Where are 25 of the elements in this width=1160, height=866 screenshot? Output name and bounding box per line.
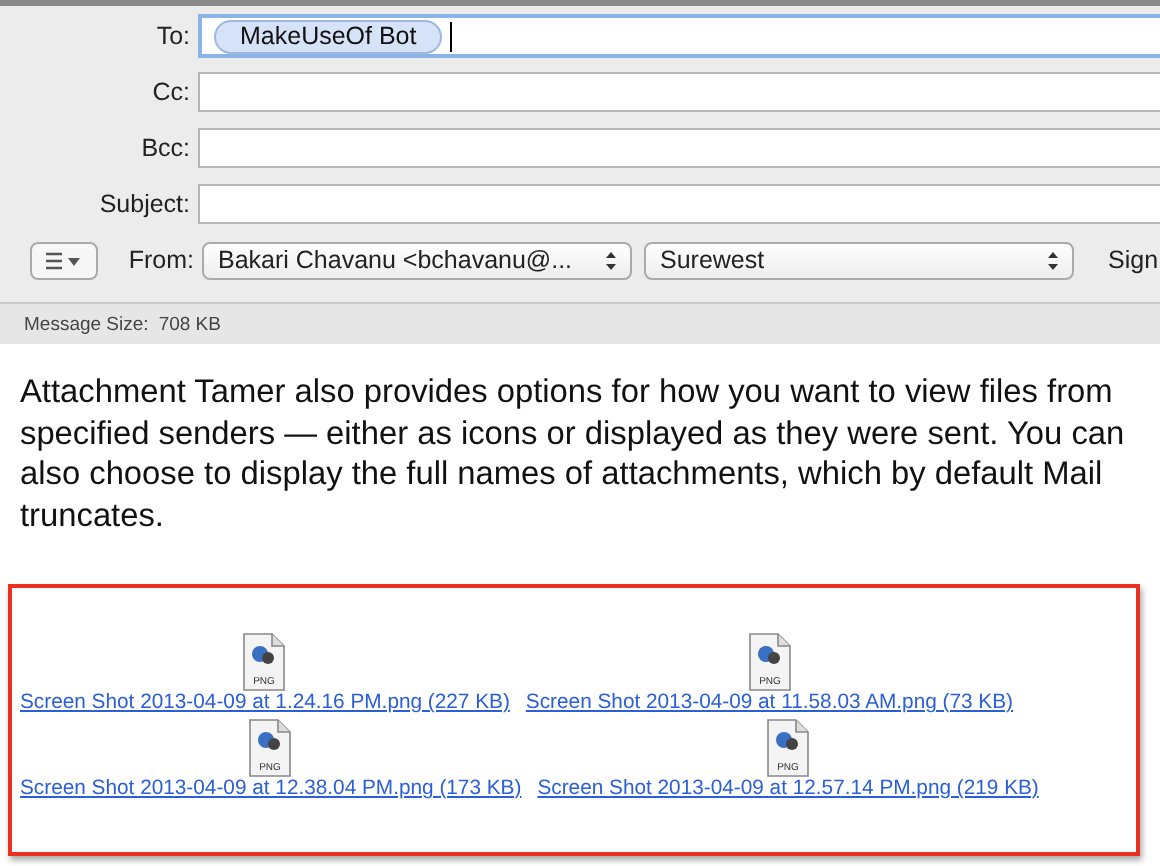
- attachment-link[interactable]: Screen Shot 2013-04-09 at 12.57.14 PM.png (219 KB): [537, 778, 1039, 800]
- recipient-token[interactable]: MakeUseOf Bot: [214, 19, 443, 53]
- attachment-link[interactable]: Screen Shot 2013-04-09 at 1.24.16 PM.png (227 KB): [20, 692, 510, 714]
- input-field[interactable]: [198, 72, 1160, 112]
- text-cursor: [450, 21, 453, 51]
- size-value: 708 KB: [158, 313, 221, 335]
- stepper-icon: [604, 249, 618, 271]
- server-popup[interactable]: Surewest: [644, 241, 1074, 279]
- input-field[interactable]: [198, 184, 1160, 224]
- to-field[interactable]: MakeUseOf Bot: [198, 14, 1160, 58]
- field-label: Cc:: [150, 78, 192, 106]
- menu-icon: [46, 251, 82, 269]
- account-popup[interactable]: Bakari Chavanu <bchavanu@...: [202, 241, 632, 279]
- size-label: Message Size:: [24, 313, 149, 335]
- attachment-link[interactable]: Screen Shot 2013-04-09 at 12.38.04 PM.png (173 KB): [20, 778, 522, 800]
- stepper-icon: [1046, 249, 1060, 271]
- signature-label: Sign: [1108, 246, 1159, 274]
- field-label: From:: [126, 246, 196, 274]
- attachment-link[interactable]: Screen Shot 2013-04-09 at 11.58.03 AM.png (73 KB): [525, 692, 1013, 714]
- field-label: Subject:: [97, 190, 192, 218]
- body-paragraph: Attachment Tamer also provides options for how you want to view files from specified senders — either as icons or displayed as they were sent. You can also choose to display the full names of attachments, which by default Mail truncates.: [20, 372, 1127, 536]
- field-label: To:: [154, 22, 192, 50]
- input-field[interactable]: [198, 128, 1160, 168]
- format-menu-button[interactable]: [30, 241, 98, 279]
- field-label: Bcc:: [139, 134, 192, 162]
